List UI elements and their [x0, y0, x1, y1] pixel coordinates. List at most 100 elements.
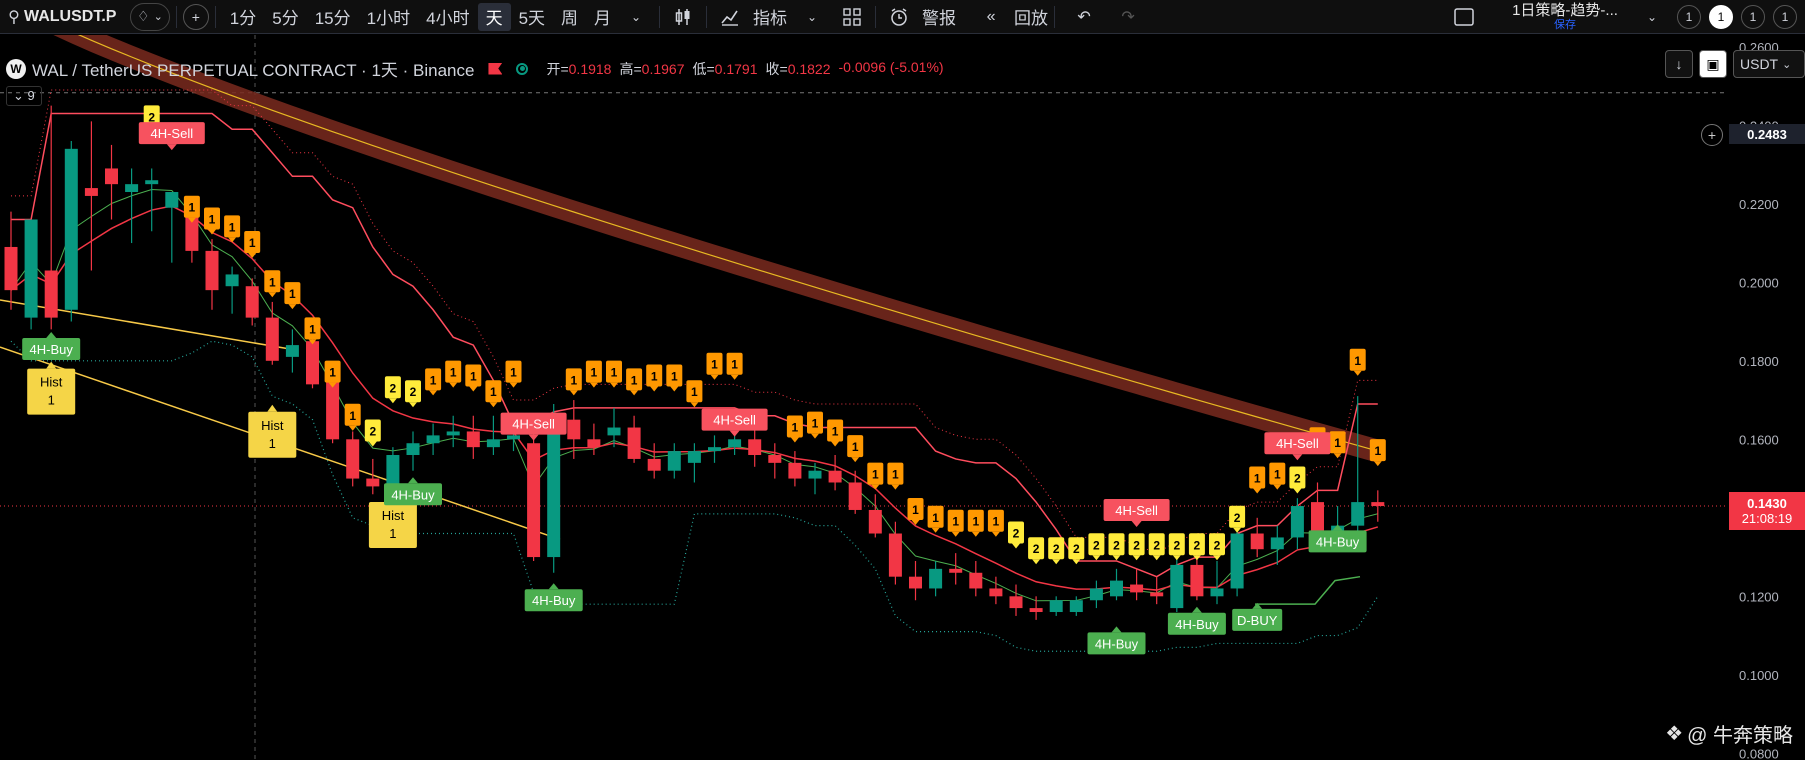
count-label: 1	[585, 360, 602, 388]
count-label-text: 1	[691, 385, 698, 399]
count-label: 1	[485, 380, 502, 408]
symbol-type-selector[interactable]: ♢ ⌄	[130, 2, 170, 31]
candle-body	[647, 458, 661, 471]
layout-chevron-icon[interactable]: ⌄	[1635, 3, 1669, 31]
auto-scale-icon[interactable]: ▣	[1699, 50, 1727, 78]
replay-button[interactable]: « 回放	[974, 0, 1048, 34]
price-chart[interactable]: 211111111122 211 11111 11 1 111 11 1111 111 1 1 122…	[0, 35, 1805, 760]
open-value: 0.1918	[568, 60, 612, 77]
top-toolbar: ⚲ WALUSDT.P ♢ ⌄ + 1分 5分 15分 1小时 4小时天 5天周月 ⌄ 指…	[0, 0, 1805, 34]
interval-8[interactable]: 月	[586, 3, 619, 31]
candle-body	[587, 439, 601, 448]
count-label-pointer	[429, 390, 438, 396]
interval-2[interactable]: 15分	[307, 3, 359, 31]
interval-7[interactable]: 周	[553, 3, 586, 31]
indicators-chevron-icon[interactable]: ⌄	[795, 3, 829, 31]
signal-pointer	[46, 332, 57, 339]
flag-icon[interactable]	[488, 62, 503, 75]
count-label: 1	[1249, 466, 1266, 494]
watermark: ❖ @ 牛奔策略	[1665, 719, 1793, 748]
count-label-pointer	[1273, 484, 1282, 490]
candle-body	[145, 180, 159, 185]
indicators-button[interactable]: 指标	[713, 0, 787, 34]
count-label-pointer	[409, 402, 417, 408]
count-label: 1	[646, 364, 663, 392]
last-price-tag: 0.1430 21:08:19	[1729, 492, 1805, 530]
candle-body	[828, 470, 842, 483]
count-label-text: 1	[671, 369, 678, 383]
count-label-text: 1	[731, 358, 738, 372]
counter-button-4[interactable]: 1	[1773, 5, 1797, 29]
right-toolbar: 1日策略-趋势-... 保存 ⌄ 1 1 1 1	[1447, 0, 1805, 34]
buy-signal-label: D-BUY	[1232, 602, 1283, 631]
walrus-logo-icon: W	[6, 58, 26, 79]
price-axis-label: 0.1200	[1739, 589, 1779, 604]
candle-body	[1089, 588, 1103, 601]
count-label-text: 1	[1254, 472, 1261, 486]
hist-label-line2: 1	[269, 436, 276, 451]
count-label: 1	[465, 364, 482, 392]
candle-body	[346, 439, 360, 479]
interval-more-chevron-icon[interactable]: ⌄	[619, 3, 653, 31]
alert-button[interactable]: 警报	[882, 0, 956, 34]
indicators-collapse-toggle[interactable]: ⌄ 9	[6, 86, 42, 106]
interval-0[interactable]: 1分	[222, 3, 264, 31]
currency-selector[interactable]: USDT ⌄	[1733, 50, 1805, 78]
fullscreen-square-icon[interactable]	[1447, 3, 1481, 31]
candle-body	[265, 317, 279, 361]
count-label-pointer	[710, 374, 719, 380]
candle-body	[165, 192, 179, 208]
counter-button-2[interactable]: 1	[1709, 5, 1733, 29]
counter-button-3[interactable]: 1	[1741, 5, 1765, 29]
price-axis-label: 0.1600	[1739, 432, 1779, 447]
candle-body	[44, 270, 58, 318]
signal-pointer	[528, 434, 539, 441]
count-label: 2	[1028, 537, 1045, 565]
add-alert-plus-icon[interactable]: +	[1701, 124, 1723, 146]
count-label: 1	[284, 282, 301, 310]
chart-pane[interactable]: 2111111111222111111111111111111111111122…	[0, 35, 1805, 760]
interval-1[interactable]: 5分	[264, 3, 306, 31]
hist-label-line1: Hist	[382, 508, 405, 523]
count-label-text: 1	[1374, 444, 1381, 458]
close-value: 0.1822	[787, 60, 831, 77]
candle-body	[1069, 600, 1083, 613]
interval-3[interactable]: 1小时	[359, 3, 418, 31]
candle-body	[989, 588, 1003, 597]
low-value: 0.1791	[714, 60, 758, 77]
candle-body	[84, 188, 98, 196]
candle-body	[105, 168, 118, 185]
count-label-text: 2	[1113, 538, 1120, 552]
candle-body	[1130, 584, 1144, 593]
count-label-text: 2	[1073, 542, 1080, 556]
count-label: 1	[807, 411, 823, 439]
signal-pointer	[1131, 520, 1142, 527]
candle-type-icon[interactable]	[666, 3, 700, 31]
hist-label: Hist 1	[248, 404, 297, 458]
counter-button-1[interactable]: 1	[1677, 5, 1701, 29]
count-label: 2	[1188, 533, 1205, 561]
signal-text: 4H-Sell	[1115, 503, 1158, 518]
interval-4[interactable]: 4小时	[418, 3, 477, 31]
chevron-down-icon: ⌄	[1782, 58, 1792, 71]
redo-icon[interactable]: ↷	[1111, 3, 1145, 31]
interval-6[interactable]: 5天	[511, 3, 553, 31]
interval-5[interactable]: 天	[477, 2, 511, 31]
count-label-text: 2	[369, 424, 376, 438]
candle-body	[788, 462, 802, 479]
compare-symbol-button[interactable]: +	[182, 3, 209, 30]
count-label: 1	[204, 207, 220, 235]
layout-name-button[interactable]: 1日策略-趋势-... 保存	[1495, 3, 1635, 31]
count-label-text: 1	[249, 236, 256, 250]
count-label-pointer	[690, 402, 699, 408]
count-label-text: 2	[1093, 538, 1100, 552]
symbol-search[interactable]: ⚲ WALUSDT.P	[0, 0, 130, 34]
crosshair-price-tag: 0.2483	[1729, 124, 1805, 144]
undo-icon[interactable]: ↶	[1067, 3, 1101, 31]
count-label: 1	[887, 462, 904, 490]
signal-text: 4H-Buy	[1175, 617, 1219, 632]
signal-pointer	[729, 430, 740, 437]
templates-grid-icon[interactable]	[835, 3, 869, 31]
download-arrow-icon[interactable]: ↓	[1665, 50, 1693, 78]
count-label-text: 1	[872, 468, 879, 482]
